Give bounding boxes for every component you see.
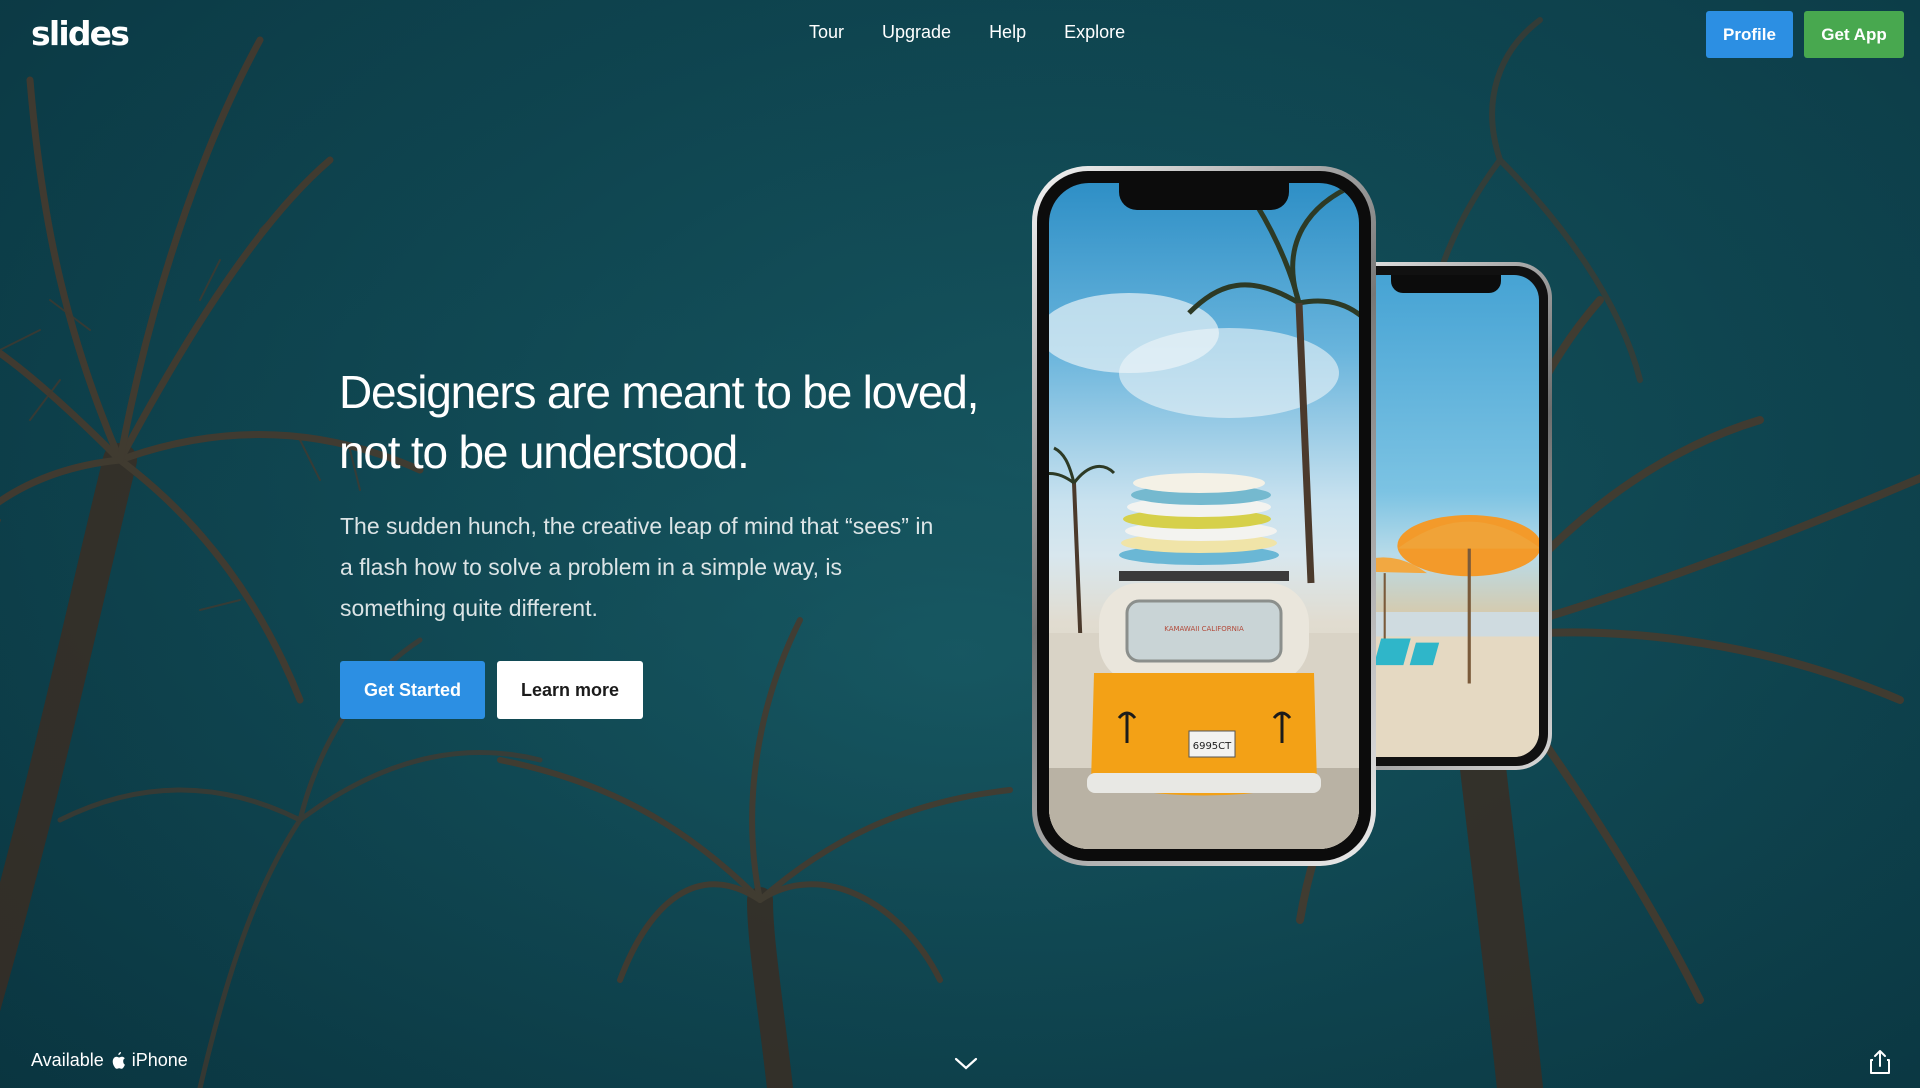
- hero-subtext: The sudden hunch, the creative leap of m…: [340, 513, 934, 621]
- get-app-button[interactable]: Get App: [1804, 11, 1904, 58]
- get-started-button[interactable]: Get Started: [340, 661, 485, 719]
- phone-mockup-front: 6995CT KAMAWAII CALIFORNIA: [1032, 166, 1376, 866]
- main-nav: Tour Upgrade Help Explore: [809, 22, 1125, 43]
- profile-button[interactable]: Profile: [1706, 11, 1793, 58]
- nav-upgrade[interactable]: Upgrade: [882, 22, 951, 43]
- chevron-down-icon[interactable]: [953, 1056, 979, 1072]
- beach-umbrellas-image: [1353, 275, 1539, 757]
- availability-note: Available iPhone: [31, 1050, 188, 1071]
- palm-tree-background: [0, 0, 1920, 1088]
- hero-background: [0, 0, 1920, 1088]
- van-badge: KAMAWAII CALIFORNIA: [1164, 625, 1244, 633]
- share-icon[interactable]: [1866, 1048, 1894, 1076]
- van-plate: 6995CT: [1193, 741, 1232, 752]
- apple-icon: [112, 1052, 125, 1069]
- hero-headline: Designers are meant to be loved, not to …: [339, 366, 979, 478]
- nav-explore[interactable]: Explore: [1064, 22, 1125, 43]
- slides-logo[interactable]: slides: [31, 14, 130, 53]
- available-prefix: Available: [31, 1050, 104, 1070]
- surf-van-image: 6995CT KAMAWAII CALIFORNIA: [1049, 183, 1359, 849]
- nav-help[interactable]: Help: [989, 22, 1026, 43]
- top-header: slides Tour Upgrade Help Explore Profile…: [0, 0, 1920, 70]
- learn-more-button[interactable]: Learn more: [497, 661, 643, 719]
- nav-tour[interactable]: Tour: [809, 22, 844, 43]
- available-platform: iPhone: [131, 1050, 188, 1070]
